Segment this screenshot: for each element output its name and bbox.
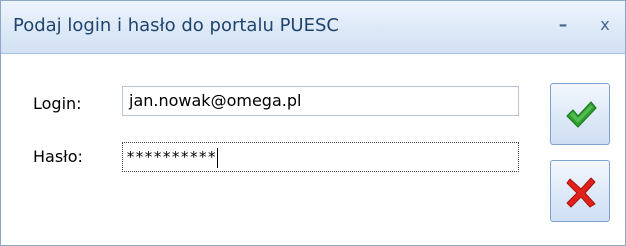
login-dialog: Podaj login i hasło do portalu PUESC – x… (0, 0, 626, 246)
green-checkmark-icon (566, 101, 597, 128)
close-button[interactable]: x (595, 14, 615, 36)
title-bar[interactable]: Podaj login i hasło do portalu PUESC – x (1, 1, 625, 54)
text-caret (217, 147, 219, 168)
minimize-button[interactable]: – (553, 14, 573, 36)
password-masked-value: ********** (126, 148, 217, 166)
confirm-button[interactable] (550, 83, 610, 145)
cancel-button[interactable] (550, 160, 610, 222)
login-label: Login: (33, 94, 82, 113)
dialog-body: Login: jan.nowak@omega.pl Hasło: *******… (1, 54, 625, 245)
dialog-title: Podaj login i hasło do portalu PUESC (13, 15, 339, 36)
login-input[interactable]: jan.nowak@omega.pl (122, 86, 519, 116)
password-label: Hasło: (33, 147, 83, 166)
red-x-icon (566, 177, 596, 208)
password-input[interactable]: ********** (122, 142, 519, 172)
